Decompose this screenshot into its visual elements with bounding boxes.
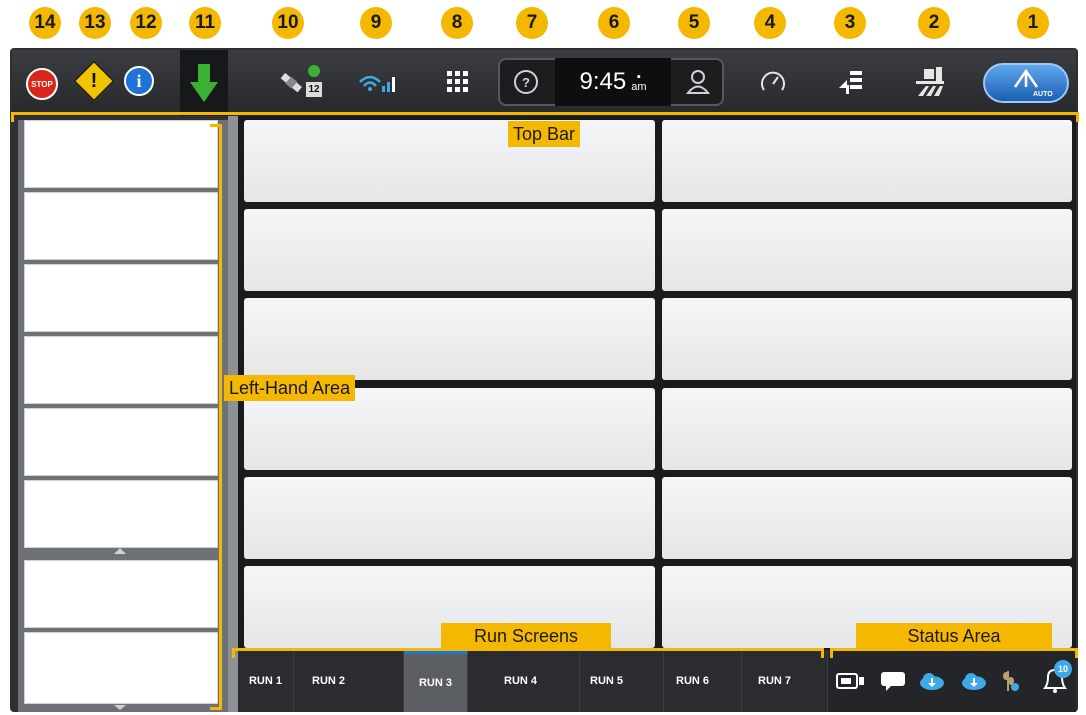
auto-steer-button[interactable]: AUTO	[983, 63, 1069, 103]
stop-icon[interactable]: STOP	[26, 68, 58, 100]
callout-8: 8	[441, 7, 473, 39]
implement-button[interactable]	[836, 68, 866, 96]
tab-run-4-label: RUN 4	[504, 675, 538, 687]
clock-period-wrap: ▪ am	[631, 71, 647, 93]
down-arrow-icon	[190, 64, 218, 102]
stop-text: STOP	[31, 79, 53, 89]
crop-icon	[1003, 671, 1019, 691]
wifi-signal-icon	[359, 75, 395, 92]
tab-run-6-label: RUN 6	[676, 675, 710, 687]
field-icon	[916, 67, 944, 96]
run-page-tile[interactable]	[662, 120, 1072, 202]
satellite-icon	[280, 72, 302, 93]
implement-icon	[839, 71, 862, 94]
clock-time: 9:45	[579, 68, 627, 95]
left-shortcut-button[interactable]	[24, 120, 218, 188]
tab-run-1[interactable]: RUN 1	[238, 650, 294, 712]
gps-button[interactable]: 12	[276, 62, 326, 102]
left-hand-area	[18, 120, 228, 712]
usb-icon	[836, 673, 864, 689]
run-screens-bracket	[232, 648, 824, 658]
tab-run-5-label: RUN 5	[590, 675, 624, 687]
tab-run-2-label: RUN 2	[312, 675, 346, 687]
run-screens-label: Run Screens	[441, 623, 611, 649]
clock-display[interactable]: 9:45 ▪ am	[555, 58, 671, 106]
left-panel-divider[interactable]	[228, 116, 238, 712]
connectivity-button[interactable]	[356, 66, 400, 98]
left-shortcut-button[interactable]	[24, 192, 218, 260]
message-status[interactable]	[880, 670, 906, 692]
callout-1: 1	[1017, 7, 1049, 39]
speedometer-icon	[761, 71, 785, 91]
auto-label: AUTO	[1033, 91, 1053, 98]
left-shortcut-button[interactable]	[24, 408, 218, 476]
machine-button[interactable]	[759, 68, 787, 96]
warning-mark: !	[90, 70, 98, 92]
run-page-tile[interactable]	[244, 477, 655, 559]
tab-run-5[interactable]: RUN 5	[580, 650, 664, 712]
run-page-tile[interactable]	[244, 298, 655, 380]
run-page-tile[interactable]	[662, 298, 1072, 380]
usb-status[interactable]	[836, 670, 866, 692]
top-bar-label: Top Bar	[508, 121, 581, 147]
clock-period: am	[631, 81, 647, 93]
tab-run-7-label: RUN 7	[758, 675, 792, 687]
left-shortcut-button[interactable]	[24, 632, 218, 704]
gps-status-light	[308, 65, 320, 77]
left-shortcut-button[interactable]	[24, 336, 218, 404]
callout-9: 9	[360, 7, 392, 39]
left-hand-area-bracket	[210, 124, 222, 710]
callout-2: 2	[918, 7, 950, 39]
info-icon[interactable]: i	[124, 66, 154, 96]
run-page-tile[interactable]	[244, 120, 655, 202]
help-icon: ?	[522, 74, 530, 90]
callout-13: 13	[79, 7, 111, 39]
cloud-download-icon	[920, 673, 944, 690]
grid-menu-icon	[447, 71, 468, 92]
notifications-button[interactable]: 10	[1038, 660, 1072, 694]
chat-bubble-icon	[881, 672, 905, 691]
callout-5: 5	[678, 7, 710, 39]
run-screen-area	[238, 116, 1076, 650]
field-button[interactable]	[914, 66, 946, 98]
callout-11: 11	[189, 7, 221, 39]
cloud-upload-status[interactable]	[960, 670, 988, 692]
user-icon	[685, 70, 711, 94]
operator-button[interactable]	[684, 68, 712, 96]
cloud-download-status[interactable]	[918, 670, 946, 692]
run-page-tile[interactable]	[244, 209, 655, 291]
left-shortcut-button[interactable]	[24, 264, 218, 332]
tab-run-2[interactable]: RUN 2	[294, 650, 404, 712]
callout-7: 7	[516, 7, 548, 39]
tab-run-4[interactable]: RUN 4	[468, 650, 580, 712]
run-page-tile[interactable]	[662, 477, 1072, 559]
crop-status[interactable]	[1000, 670, 1022, 692]
run-page-tile[interactable]	[662, 388, 1072, 470]
info-mark: i	[136, 70, 142, 91]
status-area-label: Status Area	[856, 623, 1052, 649]
run-page-tile[interactable]	[662, 209, 1072, 291]
callout-3: 3	[834, 7, 866, 39]
left-shortcut-button[interactable]	[24, 480, 218, 548]
cloud-transfer-icon	[962, 673, 986, 690]
tab-run-6[interactable]: RUN 6	[664, 650, 742, 712]
gps-count: 12	[306, 82, 322, 97]
callout-4: 4	[754, 7, 786, 39]
help-button[interactable]: ?	[514, 70, 538, 94]
callout-14: 14	[29, 7, 61, 39]
scroll-down-icon[interactable]	[114, 705, 126, 710]
data-transfer-button[interactable]	[180, 50, 228, 116]
left-shortcut-button[interactable]	[24, 560, 218, 628]
notification-badge: 10	[1054, 660, 1072, 678]
callout-10: 10	[272, 7, 304, 39]
callout-12: 12	[130, 7, 162, 39]
tab-run-3[interactable]: RUN 3	[404, 650, 468, 712]
status-area-bracket	[830, 648, 1078, 658]
steering-icon	[1013, 68, 1039, 88]
menu-button[interactable]	[446, 70, 470, 94]
left-hand-area-label: Left-Hand Area	[224, 375, 356, 401]
callout-6: 6	[598, 7, 630, 39]
scroll-up-icon[interactable]	[114, 548, 126, 554]
tab-run-7[interactable]: RUN 7	[742, 650, 828, 712]
